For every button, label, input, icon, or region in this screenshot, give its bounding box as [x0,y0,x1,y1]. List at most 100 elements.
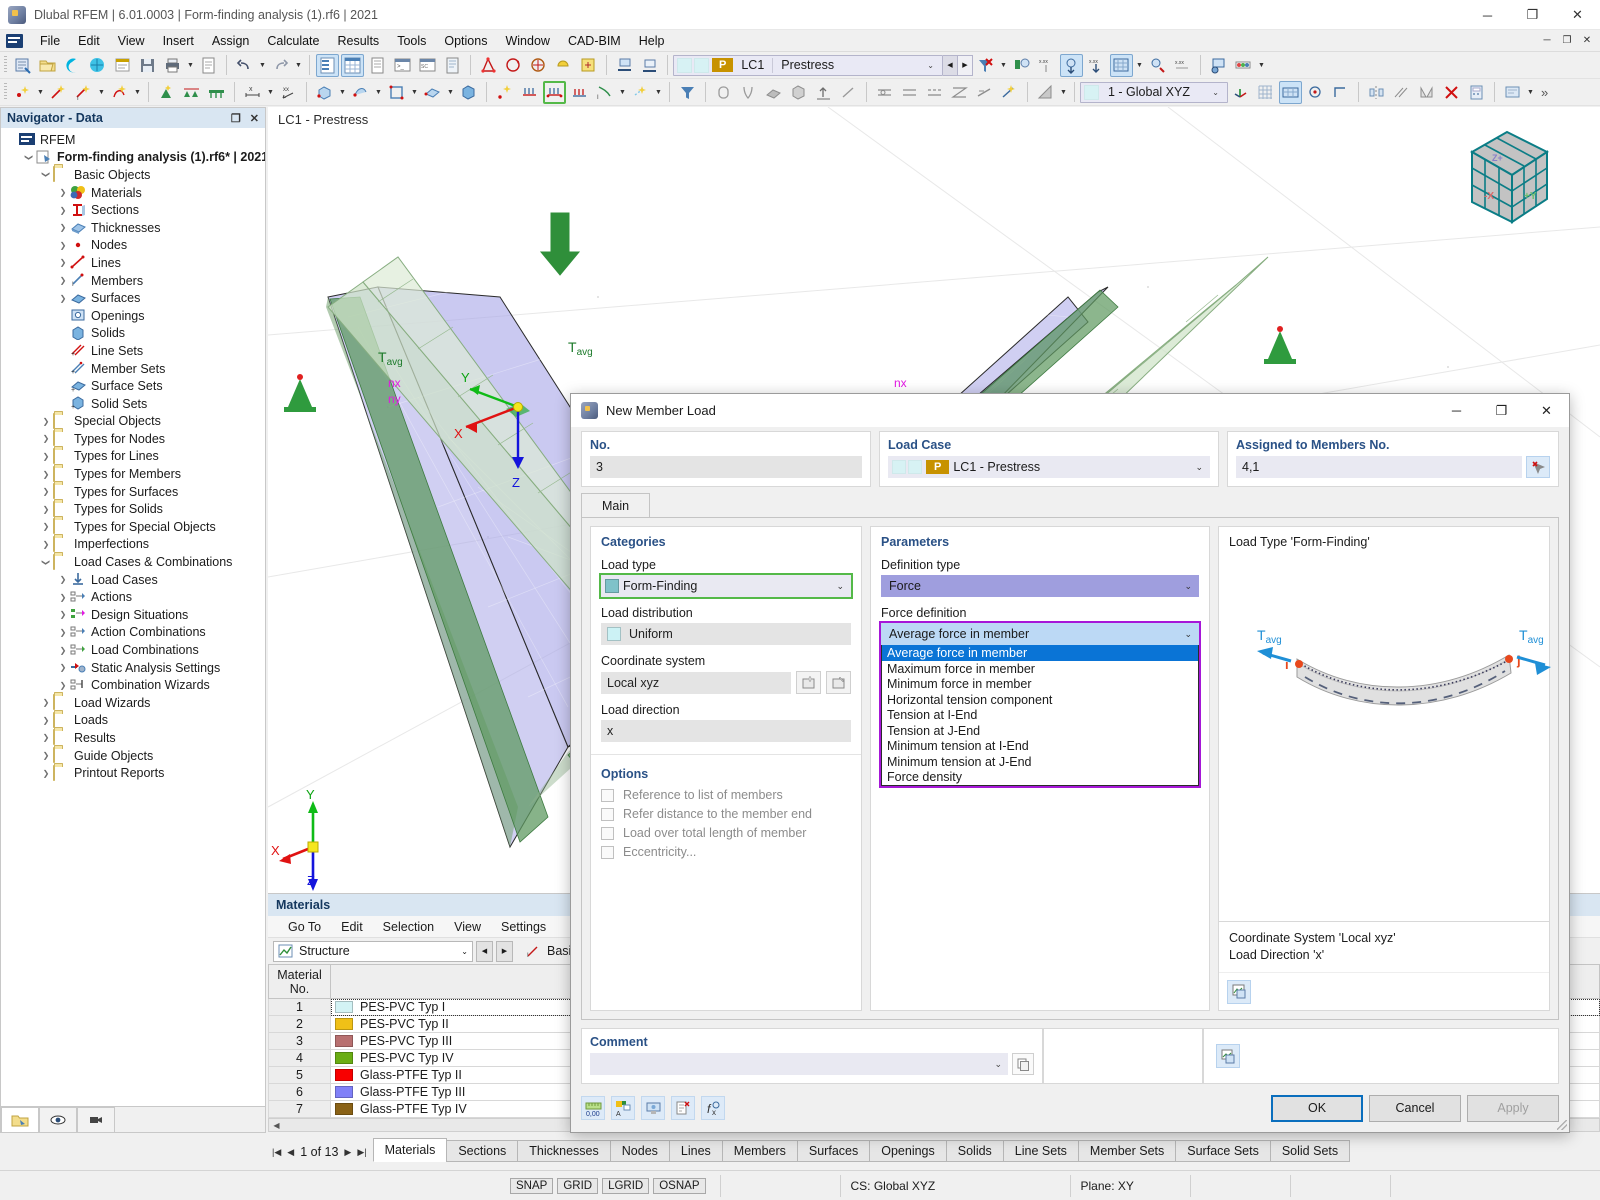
printout-dropdown-icon[interactable]: ▼ [1525,81,1536,104]
hinge-release-icon[interactable] [873,81,896,104]
new-opening-icon[interactable] [385,81,408,104]
render-mode-icon[interactable] [1034,81,1057,104]
delete-loads-dropdown-icon[interactable]: ▼ [998,54,1009,77]
chevron-right-icon[interactable]: ❯ [56,593,70,602]
chevron-down-icon[interactable]: ❯ [42,555,51,569]
undo-dropdown-icon[interactable]: ▼ [257,54,268,77]
assigned-members-input[interactable]: 4,1 [1236,456,1522,478]
view-solid-icon[interactable] [787,81,810,104]
next-record-icon[interactable]: ▶ [344,1147,351,1158]
mesh-refine-icon[interactable] [948,81,971,104]
checkbox-icon[interactable] [601,788,614,802]
toolbar-grip[interactable] [4,83,7,101]
snap-button[interactable]: SNAP [510,1177,554,1194]
nav-item-solid-sets[interactable]: + Solid Sets [1,395,265,413]
delete-loads-icon[interactable] [974,54,997,77]
nav-item-members[interactable]: ❯ I Members [1,272,265,290]
color-scale-dropdown-icon[interactable]: ▼ [1256,54,1267,77]
print-icon[interactable] [161,54,184,77]
surface-set-dropdown-icon[interactable]: ▼ [445,81,456,104]
force-definition-option[interactable]: Horizontal tension component [882,692,1198,708]
cloud-model-icon[interactable] [86,54,109,77]
dashed-release-icon[interactable] [923,81,946,104]
nav-item-lines[interactable]: ❯ Lines [1,254,265,272]
menu-assign[interactable]: Assign [203,32,259,50]
surface-load-dropdown-icon[interactable]: ▼ [617,81,628,104]
menu-file[interactable]: File [31,32,69,50]
ok-button[interactable]: OK [1271,1094,1363,1122]
menu-results[interactable]: Results [329,32,389,50]
printout-icon[interactable] [1501,81,1524,104]
nodal-support-icon[interactable] [155,81,178,104]
view-cube[interactable]: Z+ -X +Y [1412,117,1582,247]
new-coordinate-system-icon[interactable] [796,671,821,694]
show-loads-icon[interactable] [1060,53,1083,77]
chevron-down-icon[interactable]: ⌄ [829,581,851,592]
chevron-down-icon[interactable]: ⌄ [1188,462,1210,473]
toolbar-grip[interactable] [4,56,7,74]
nav-item-solids[interactable]: Solids [1,325,265,343]
member-wizard-icon[interactable] [998,81,1021,104]
cs-axes-icon[interactable] [1229,81,1252,104]
render-result-icon[interactable] [1146,54,1169,77]
materials-menu-goto[interactable]: Go To [278,920,331,934]
dialog-tab-main[interactable]: Main [581,493,651,517]
chevron-right-icon[interactable]: ❯ [56,206,70,215]
force-definition-option[interactable]: Minimum tension at J-End [882,754,1198,770]
nav-item-load-cases[interactable]: ❯ Load Cases [1,571,265,589]
pick-members-icon[interactable] [1526,456,1550,478]
nodal-load-icon[interactable] [493,81,516,104]
force-definition-option[interactable]: Minimum force in member [882,676,1198,692]
force-definition-option[interactable]: Maximum force in member [882,661,1198,677]
materials-menu-view[interactable]: View [444,920,491,934]
prev-record-icon[interactable]: ◀ [287,1147,294,1158]
chevron-down-icon[interactable]: ⌄ [1206,88,1225,97]
grid-snap-icon[interactable] [1254,81,1277,104]
redo-icon[interactable] [269,54,292,77]
formula-icon[interactable]: fx [701,1096,725,1120]
materials-menu-edit[interactable]: Edit [331,920,373,934]
nav-item-actions[interactable]: ❯ Actions [1,588,265,606]
preview-picture-icon[interactable] [1227,979,1251,1004]
object-tab-line-sets[interactable]: Line Sets [1002,1140,1079,1162]
rotate-view-icon[interactable] [502,54,525,77]
nav-item-results[interactable]: ❯ Results [1,729,265,747]
load-case-next-button[interactable]: ▶ [958,54,973,76]
chevron-down-icon[interactable]: ⌄ [1177,581,1199,592]
nav-item-loads[interactable]: ❯ Loads [1,711,265,730]
solid-block-icon[interactable] [457,81,480,104]
menu-calculate[interactable]: Calculate [258,32,328,50]
mirror-icon[interactable] [1365,81,1388,104]
navigator-restore-icon[interactable]: ❐ [231,112,241,125]
dialog-minimize-button[interactable]: ─ [1434,394,1479,427]
nav-item-form-finding-analysis-1-rf6-2021[interactable]: ❯ Form-finding analysis (1).rf6* | 2021 [1,149,265,167]
last-record-icon[interactable]: ▶| [357,1147,366,1158]
select-objects-icon[interactable] [477,54,500,77]
nav-item-types-for-surfaces[interactable]: ❯ Types for Surfaces [1,483,265,501]
nav-item-printout-reports[interactable]: ❯ Printout Reports [1,764,265,782]
script-panel-icon[interactable]: SC [416,54,439,77]
printout-report-icon[interactable] [197,54,220,77]
force-definition-option[interactable]: Minimum tension at I-End [882,738,1198,754]
comment-picture-icon[interactable] [1216,1044,1240,1068]
nav-item-nodes[interactable]: ❯ Nodes [1,237,265,255]
view-cylinder-icon[interactable] [712,81,735,104]
nav-item-guide-objects[interactable]: ❯ Guide Objects [1,747,265,765]
coordinate-system-combo[interactable]: 1 - Global XYZ ⌄ [1080,81,1228,103]
show-grid-dropdown-icon[interactable]: ▼ [1134,54,1145,77]
chevron-right-icon[interactable]: ❯ [39,733,53,742]
chevron-right-icon[interactable]: ❯ [39,540,53,549]
surface-support-icon[interactable] [205,81,228,104]
chevron-down-icon[interactable]: ⌄ [461,947,468,956]
menu-view[interactable]: View [109,32,154,50]
new-solid-dropdown-icon[interactable]: ▼ [337,81,348,104]
copy-object-icon[interactable] [1390,81,1413,104]
scroll-left-icon[interactable]: ◀ [269,1121,284,1130]
console-icon[interactable]: >_ [391,54,414,77]
dimension-dropdown-icon[interactable]: ▼ [265,81,276,104]
nav-item-static-analysis-settings[interactable]: ❯ Static Analysis Settings [1,659,265,677]
chevron-down-icon[interactable]: ❯ [42,168,51,182]
nav-item-materials[interactable]: ❯ Materials [1,184,265,202]
chevron-down-icon[interactable]: ⌄ [1177,629,1199,640]
result-values-icon[interactable]: x.xx [1171,54,1194,77]
